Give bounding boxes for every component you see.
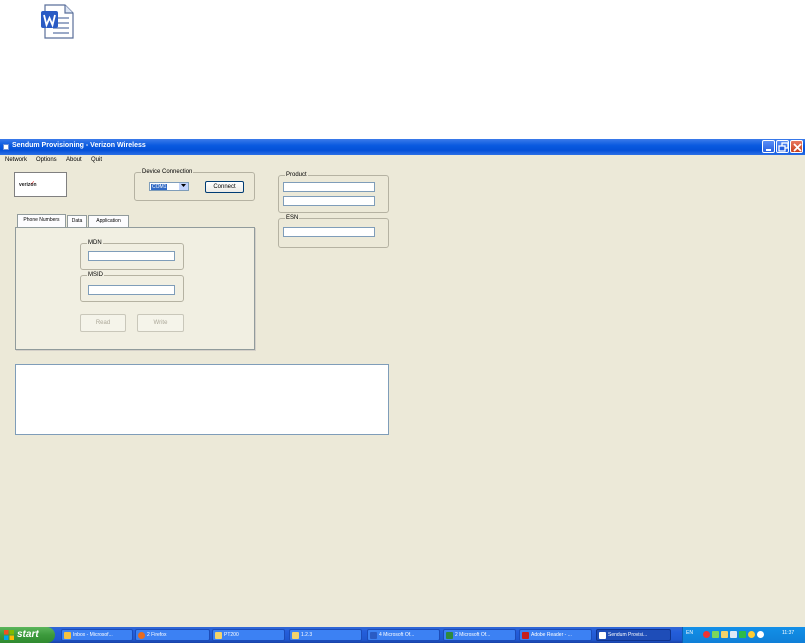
windows-flag-icon <box>4 630 14 640</box>
msid-label: MSID <box>87 272 104 278</box>
menu-quit[interactable]: Quit <box>91 157 102 163</box>
messenger-icon[interactable] <box>721 631 728 638</box>
minimize-button[interactable] <box>762 140 775 153</box>
app-window: Sendum Provisioning - Verizon Wireless N… <box>0 139 805 627</box>
firefox-icon <box>138 632 145 639</box>
word-icon <box>370 632 377 639</box>
read-button[interactable]: Read <box>80 314 126 332</box>
mdn-label: MDN <box>87 240 103 246</box>
network-icon[interactable] <box>712 631 719 638</box>
volume-icon[interactable] <box>730 631 737 638</box>
tab-application[interactable]: Application <box>88 215 129 227</box>
restore-button[interactable] <box>776 140 789 153</box>
task-sendum-label: Sendum Provisi... <box>608 632 648 638</box>
system-tray: EN 11:37 <box>682 627 805 643</box>
task-excel[interactable]: 2 Microsoft Of... <box>443 629 516 641</box>
menu-network[interactable]: Network <box>5 157 27 163</box>
task-pt200[interactable]: PT200 <box>212 629 285 641</box>
folder-icon <box>215 632 222 639</box>
tab-data[interactable]: Data <box>67 215 87 227</box>
task-word[interactable]: 4 Microsoft Of... <box>367 629 440 641</box>
start-label: start <box>17 629 39 640</box>
tab-phone-numbers[interactable]: Phone Numbers <box>17 214 66 227</box>
adobe-reader-icon <box>522 632 529 639</box>
connection-icon[interactable] <box>739 631 746 638</box>
esn-field[interactable] <box>283 227 375 237</box>
help-icon[interactable] <box>757 631 764 638</box>
task-inbox-label: Inbox - Microsof... <box>73 632 113 638</box>
task-sendum[interactable]: Sendum Provisi... <box>596 629 671 641</box>
task-pt200-label: PT200 <box>224 632 239 638</box>
mdn-field[interactable] <box>88 251 175 261</box>
com-port-value: COM1 <box>151 184 168 190</box>
product-field-1[interactable] <box>283 182 375 192</box>
outlook-icon <box>64 632 71 639</box>
task-word-label: 4 Microsoft Of... <box>379 632 415 638</box>
taskbar: start Inbox - Microsof... 2 Firefox PT20… <box>0 627 805 643</box>
connect-button[interactable]: Connect <box>205 181 244 193</box>
task-firefox[interactable]: 2 Firefox <box>135 629 210 641</box>
task-folder-123[interactable]: 1.2.3 <box>289 629 362 641</box>
task-folder-123-label: 1.2.3 <box>301 632 313 638</box>
folder-icon <box>292 632 299 639</box>
logo-text: verizon <box>19 182 37 188</box>
title-bar[interactable]: Sendum Provisioning - Verizon Wireless <box>0 139 805 155</box>
com-port-select[interactable]: COM1 <box>149 182 189 191</box>
chevron-down-icon[interactable] <box>179 183 188 190</box>
close-button[interactable] <box>790 140 803 153</box>
task-inbox[interactable]: Inbox - Microsof... <box>61 629 133 641</box>
antivirus-icon[interactable] <box>703 631 710 638</box>
verizon-logo: ✓ verizon <box>14 172 67 197</box>
task-excel-label: 2 Microsoft Of... <box>455 632 491 638</box>
device-connection-label: Device Connection <box>141 169 194 175</box>
menu-about[interactable]: About <box>66 157 82 163</box>
write-button[interactable]: Write <box>137 314 184 332</box>
excel-icon <box>446 632 453 639</box>
menu-options[interactable]: Options <box>36 157 57 163</box>
window-title: Sendum Provisioning - Verizon Wireless <box>12 142 146 149</box>
word-document-icon[interactable] <box>39 3 77 40</box>
output-log-area[interactable] <box>15 364 389 435</box>
app-icon <box>599 632 606 639</box>
language-indicator[interactable]: EN <box>686 630 693 636</box>
product-group: Product <box>278 172 389 213</box>
task-adobe-reader-label: Adobe Reader - ... <box>531 632 572 638</box>
start-button[interactable]: start <box>0 627 55 643</box>
product-label: Product <box>285 172 308 178</box>
msid-field[interactable] <box>88 285 175 295</box>
product-field-2[interactable] <box>283 196 375 206</box>
esn-label: ESN <box>285 215 300 221</box>
update-icon[interactable] <box>748 631 755 638</box>
task-adobe-reader[interactable]: Adobe Reader - ... <box>519 629 592 641</box>
task-firefox-label: 2 Firefox <box>147 632 167 638</box>
app-icon <box>3 144 9 150</box>
menu-bar: Network Options About Quit <box>0 155 805 166</box>
clock: 11:37 <box>782 630 795 636</box>
